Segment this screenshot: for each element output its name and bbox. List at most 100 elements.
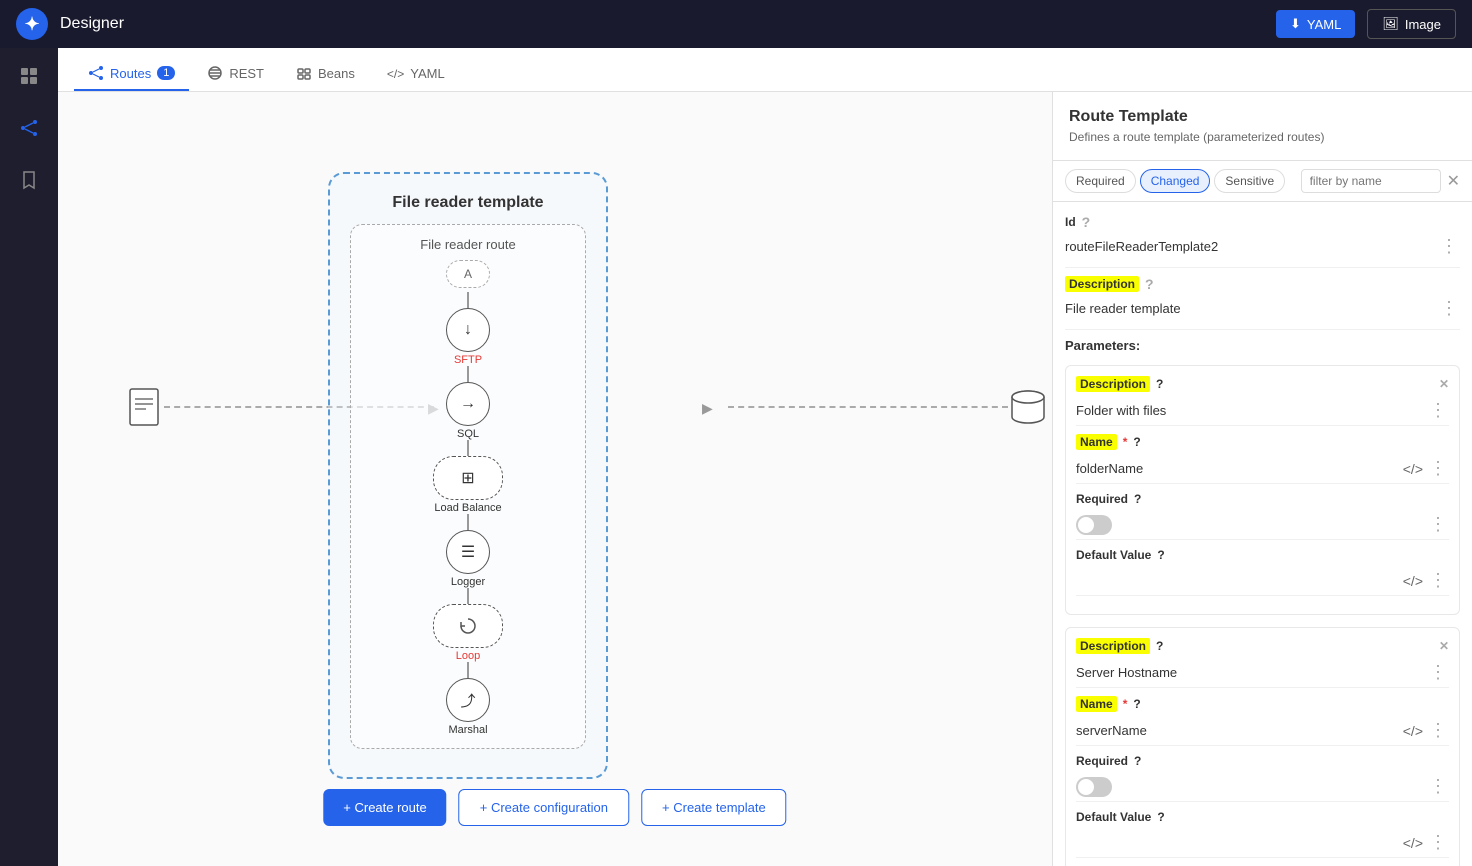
tab-routes[interactable]: Routes 1 (74, 57, 189, 91)
param2-default-menu[interactable]: ⋮ (1427, 830, 1449, 855)
param1-desc-label: Description ? ✕ (1076, 376, 1449, 392)
sql-circle[interactable]: → (446, 382, 490, 426)
tab-beans[interactable]: Beans (282, 57, 369, 91)
param2-required-text: Required (1076, 754, 1128, 768)
connector-4 (467, 514, 469, 530)
id-menu-icon[interactable]: ⋮ (1438, 234, 1460, 259)
param2-required-menu[interactable]: ⋮ (1427, 774, 1449, 799)
filter-input[interactable] (1301, 169, 1441, 193)
app-title: Designer (60, 15, 1264, 33)
logger-node[interactable]: ☰ Logger (363, 530, 573, 588)
param1-desc-highlight: Description (1076, 376, 1150, 392)
document-icon (128, 387, 164, 427)
param2-code-icon[interactable]: </> (1403, 723, 1423, 739)
param2-default-help[interactable]: ? (1157, 810, 1164, 824)
id-label: Id ? (1065, 214, 1460, 230)
right-panel: Route Template Defines a route template … (1052, 92, 1472, 866)
database-icon (1008, 387, 1048, 427)
template-box: File reader template File reader route A (328, 172, 608, 779)
param2-required-toggle[interactable] (1076, 777, 1112, 797)
loadbalance-circle[interactable]: ⊞ (433, 456, 503, 500)
tab-yaml[interactable]: </> YAML (373, 58, 459, 91)
loadbalance-label: Load Balance (434, 502, 501, 514)
param2-required-help[interactable]: ? (1134, 754, 1141, 768)
flow-container: File reader template File reader route A (328, 172, 608, 779)
canvas-bottom-buttons: + Create route + Create configuration + … (323, 789, 786, 826)
param1-name-help[interactable]: ? (1133, 435, 1140, 449)
param1-name-label: Name * ? (1076, 434, 1449, 450)
param1-default-label: Default Value ? (1076, 548, 1449, 562)
create-route-button[interactable]: + Create route (323, 789, 446, 826)
param2-desc-menu[interactable]: ⋮ (1427, 660, 1449, 685)
description-label-highlight: Description (1065, 276, 1139, 292)
marshal-circle[interactable]: ⤴ (446, 678, 490, 722)
param2-required-star: * (1123, 697, 1128, 711)
create-template-button[interactable]: + Create template (641, 789, 787, 826)
param1-required-menu[interactable]: ⋮ (1427, 512, 1449, 537)
logger-circle[interactable]: ☰ (446, 530, 490, 574)
description-field-section: Description ? File reader template ⋮ (1065, 276, 1460, 330)
canvas-area[interactable]: ▶ ▶ File reader template (58, 92, 1052, 866)
param2-required-value: ⋮ (1076, 772, 1449, 802)
param2-default-label: Default Value ? (1076, 810, 1449, 824)
target-db-node[interactable] (1008, 387, 1048, 430)
loop-circle[interactable] (433, 604, 503, 648)
yaml-tab-icon: </> (387, 67, 404, 81)
sftp-label: SFTP (454, 354, 482, 366)
sftp-circle[interactable]: ↓ (446, 308, 490, 352)
param1-default-help[interactable]: ? (1157, 548, 1164, 562)
marshal-node[interactable]: ⤴ Marshal (363, 678, 573, 736)
loop-node[interactable]: Loop (363, 604, 573, 662)
filter-tab-required[interactable]: Required (1065, 169, 1136, 193)
sidebar-icon-routes[interactable] (13, 112, 45, 144)
param1-code-icon[interactable]: </> (1403, 461, 1423, 477)
param2-desc-help[interactable]: ? (1156, 639, 1163, 653)
image-icon: 🖼 (1382, 16, 1399, 32)
id-field-section: Id ? routeFileReaderTemplate2 ⋮ (1065, 214, 1460, 268)
param2-close-icon[interactable]: ✕ (1439, 639, 1449, 653)
param1-required-label: Required ? (1076, 492, 1449, 506)
param2-default-code[interactable]: </> (1403, 835, 1423, 851)
sftp-node[interactable]: ↓ SFTP (363, 308, 573, 366)
param2-desc-value: Server Hostname ⋮ (1076, 658, 1449, 688)
image-button[interactable]: 🖼 Image (1367, 9, 1456, 39)
loop-label: Loop (456, 650, 480, 662)
source-doc-node[interactable] (128, 387, 164, 430)
sidebar-icon-grid[interactable] (13, 60, 45, 92)
description-help-icon[interactable]: ? (1145, 276, 1154, 292)
id-help-icon[interactable]: ? (1082, 214, 1091, 230)
param1-required-help[interactable]: ? (1134, 492, 1141, 506)
route-group: File reader route A ↓ SF (350, 224, 586, 749)
abstract-node-group: A (363, 260, 573, 288)
sql-node[interactable]: → SQL (363, 382, 573, 440)
connector-3 (467, 440, 469, 456)
param1-name-value: folderName </> ⋮ (1076, 454, 1449, 484)
params-title: Parameters: (1065, 338, 1460, 353)
param2-name-highlight: Name (1076, 696, 1117, 712)
description-menu-icon[interactable]: ⋮ (1438, 296, 1460, 321)
param2-name-help[interactable]: ? (1133, 697, 1140, 711)
filter-tab-sensitive[interactable]: Sensitive (1214, 169, 1285, 193)
loadbalance-node[interactable]: ⊞ Load Balance (363, 456, 573, 514)
create-configuration-button[interactable]: + Create configuration (459, 789, 629, 826)
abstract-node[interactable]: A (446, 260, 490, 288)
tab-rest[interactable]: REST (193, 57, 278, 91)
rest-icon (207, 65, 223, 81)
sidebar-icon-bookmark[interactable] (13, 164, 45, 196)
param2-desc-label: Description ? ✕ (1076, 638, 1449, 654)
filter-tab-changed[interactable]: Changed (1140, 169, 1211, 193)
param1-name-menu[interactable]: ⋮ (1427, 456, 1449, 481)
yaml-button[interactable]: ⬇ YAML (1276, 10, 1355, 38)
param-card-2: Description ? ✕ Server Hostname ⋮ (1065, 627, 1460, 866)
param1-desc-value: Folder with files ⋮ (1076, 396, 1449, 426)
param2-name-menu[interactable]: ⋮ (1427, 718, 1449, 743)
param1-desc-menu[interactable]: ⋮ (1427, 398, 1449, 423)
filter-clear-button[interactable]: ✕ (1447, 171, 1460, 191)
param1-default-menu[interactable]: ⋮ (1427, 568, 1449, 593)
param1-close-icon[interactable]: ✕ (1439, 377, 1449, 391)
param1-required-toggle[interactable] (1076, 515, 1112, 535)
left-sidebar (0, 48, 58, 866)
param1-desc-help[interactable]: ? (1156, 377, 1163, 391)
content-area: Routes 1 REST Beans </> YAML (58, 48, 1472, 866)
param1-default-code[interactable]: </> (1403, 573, 1423, 589)
